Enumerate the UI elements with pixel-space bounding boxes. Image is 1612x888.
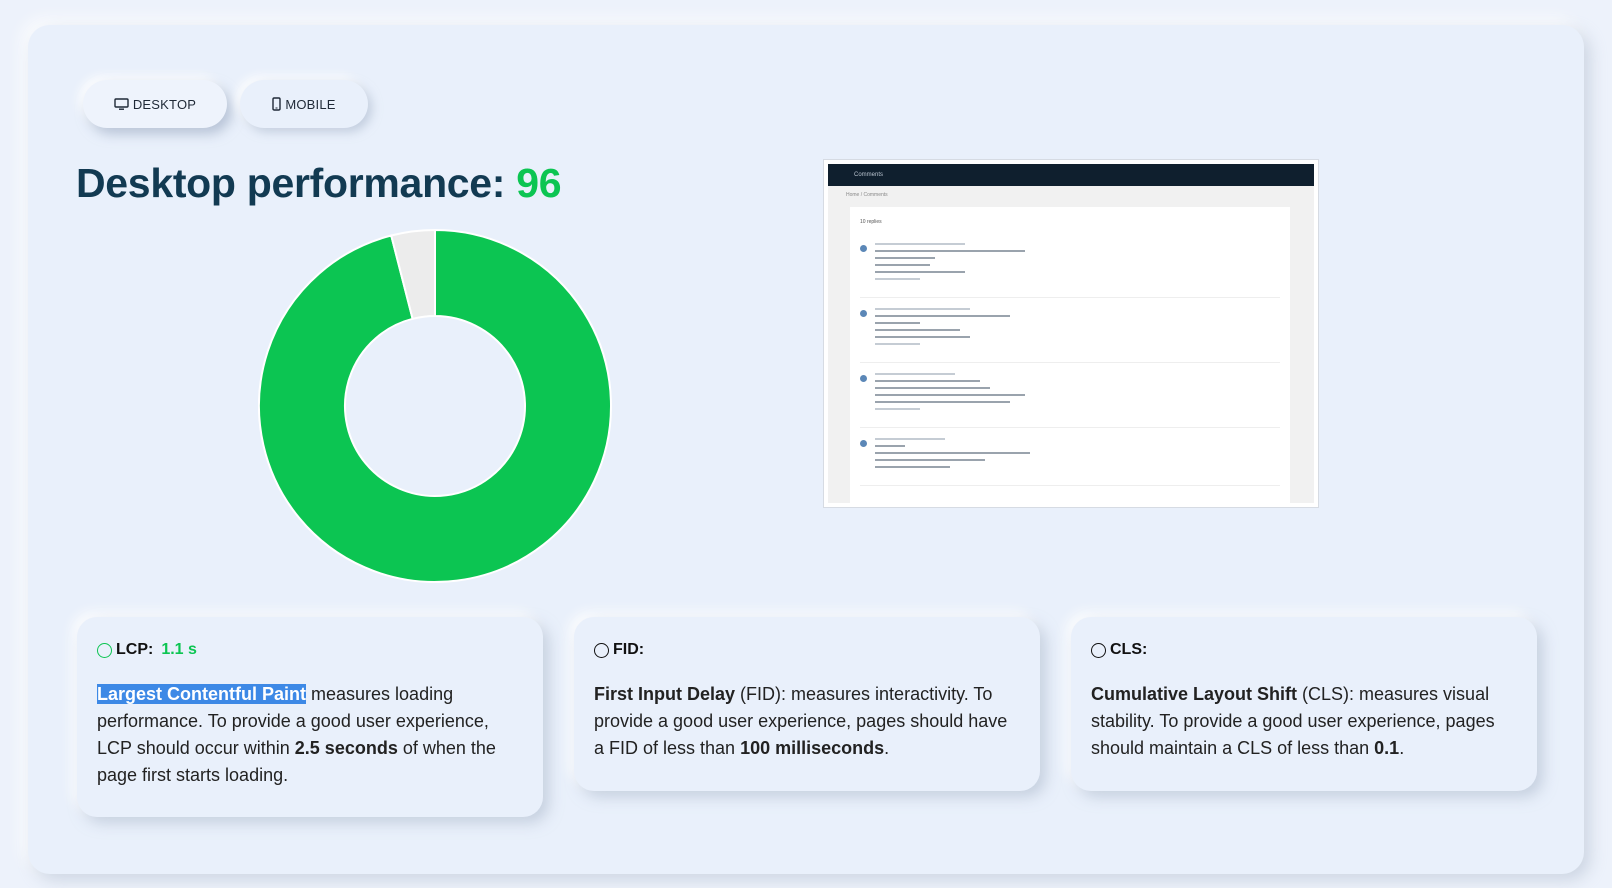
tab-desktop[interactable]: DESKTOP <box>83 80 227 128</box>
metric-description: First Input Delay (FID): measures intera… <box>594 684 1008 758</box>
metric-threshold: 0.1 <box>1374 738 1400 758</box>
tab-desktop-label: DESKTOP <box>132 96 197 112</box>
metric-threshold: 2.5 seconds <box>294 738 398 758</box>
preview-replies-label: 10 replies <box>860 219 882 225</box>
performance-donut-chart <box>258 229 612 583</box>
metric-label: FID: <box>613 641 645 658</box>
metric-description: Largest Contentful Paint measures loadin… <box>97 684 496 785</box>
preview-comment <box>860 237 1280 298</box>
performance-title: Desktop performance: 96 <box>76 160 562 207</box>
mobile-icon <box>272 97 282 111</box>
preview-comment <box>860 367 1280 428</box>
performance-title-prefix: Desktop performance: <box>76 160 517 206</box>
preview-breadcrumb: Home / Comments <box>846 192 888 198</box>
preview-comment <box>860 432 1280 486</box>
preview-comment <box>860 302 1280 363</box>
status-circle-icon <box>594 642 609 658</box>
metric-card-lcp: LCP: 1.1 s Largest Contentful Paint meas… <box>77 617 543 817</box>
tab-mobile-label: MOBILE <box>285 96 336 112</box>
metric-value: 1.1 s <box>161 641 197 658</box>
metric-term: Largest Contentful Paint <box>97 684 307 704</box>
metric-card-fid: FID: First Input Delay (FID): measures i… <box>574 617 1040 791</box>
metric-description: Cumulative Layout Shift (CLS): measures … <box>1091 684 1495 758</box>
metric-threshold: 100 milliseconds <box>740 738 885 758</box>
page-screenshot-preview: Comments Home / Comments 10 replies <box>823 159 1319 508</box>
metric-label: LCP: <box>116 641 154 658</box>
metric-card-cls: CLS: Cumulative Layout Shift (CLS): meas… <box>1071 617 1537 791</box>
desktop-icon <box>114 97 129 111</box>
metric-term: First Input Delay <box>594 684 736 704</box>
metric-term: Cumulative Layout Shift <box>1091 684 1298 704</box>
metric-label: CLS: <box>1110 641 1148 658</box>
status-circle-icon <box>97 642 112 658</box>
status-circle-icon <box>1091 642 1106 658</box>
performance-score: 96 <box>516 160 562 206</box>
preview-nav-title: Comments <box>854 172 884 178</box>
tab-mobile[interactable]: MOBILE <box>240 80 368 128</box>
